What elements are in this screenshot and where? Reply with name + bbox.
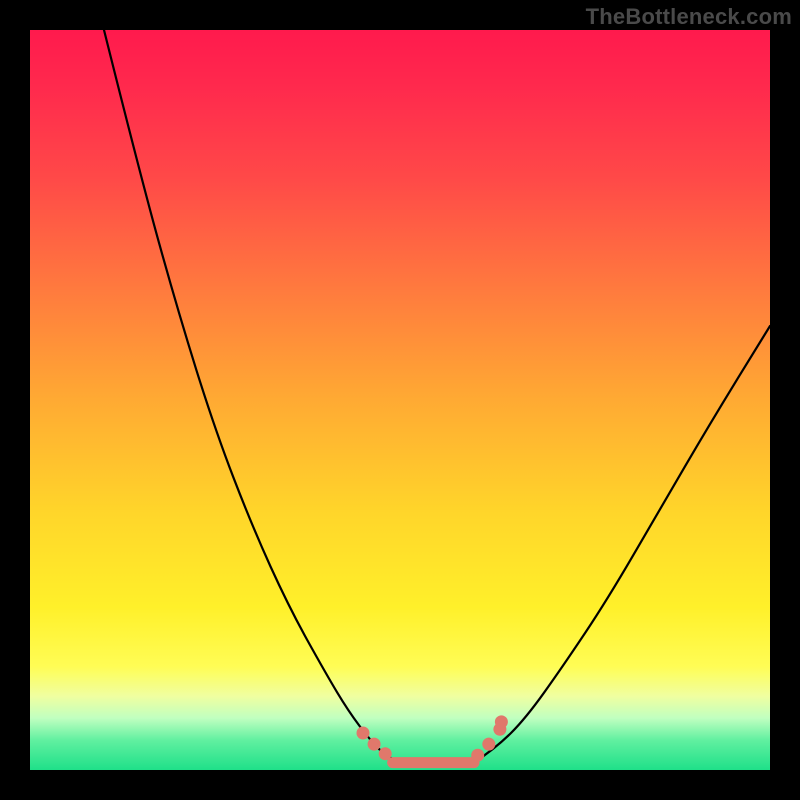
highlight-dot: [368, 738, 381, 751]
highlight-dot: [482, 738, 495, 751]
bottleneck-curve-plot: [30, 30, 770, 770]
curve-right-branch: [474, 326, 770, 763]
highlight-dot: [379, 747, 392, 760]
chart-frame: [30, 30, 770, 770]
watermark-text: TheBottleneck.com: [586, 4, 792, 30]
highlight-dot: [495, 715, 508, 728]
curve-left-branch: [104, 30, 400, 763]
highlight-dot: [471, 749, 484, 762]
highlight-dot: [357, 727, 370, 740]
